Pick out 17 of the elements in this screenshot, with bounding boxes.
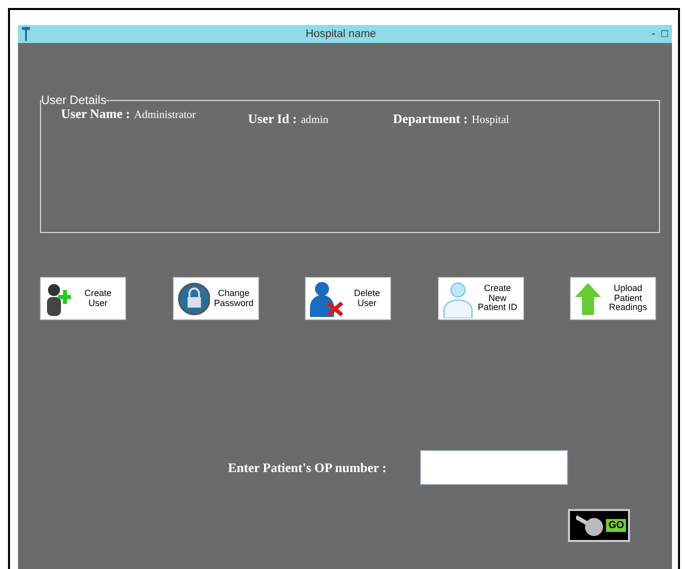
- field-value: admin: [300, 114, 328, 126]
- action-button[interactable]: Upload Patient Readings: [570, 277, 656, 320]
- group-legend: User Details: [41, 93, 106, 107]
- action-button[interactable]: Delete User: [305, 277, 391, 320]
- window-title: Hospital name: [304, 28, 377, 40]
- action-button[interactable]: Create New Patient ID: [438, 277, 524, 320]
- op-number-label: Enter Patient's OP number :: [228, 460, 386, 476]
- field-label: User Id :: [248, 111, 297, 127]
- field-value: Administrator: [134, 109, 196, 121]
- field-label: User Name :: [61, 106, 130, 122]
- window-control[interactable]: □: [661, 28, 668, 40]
- action-button[interactable]: Create User: [40, 277, 126, 320]
- field-value: Hospital: [472, 114, 510, 126]
- field-label: Department :: [393, 111, 468, 127]
- go-button[interactable]: GO: [568, 509, 630, 542]
- window-control[interactable]: -: [652, 28, 656, 40]
- action-button[interactable]: Change Password: [172, 277, 258, 320]
